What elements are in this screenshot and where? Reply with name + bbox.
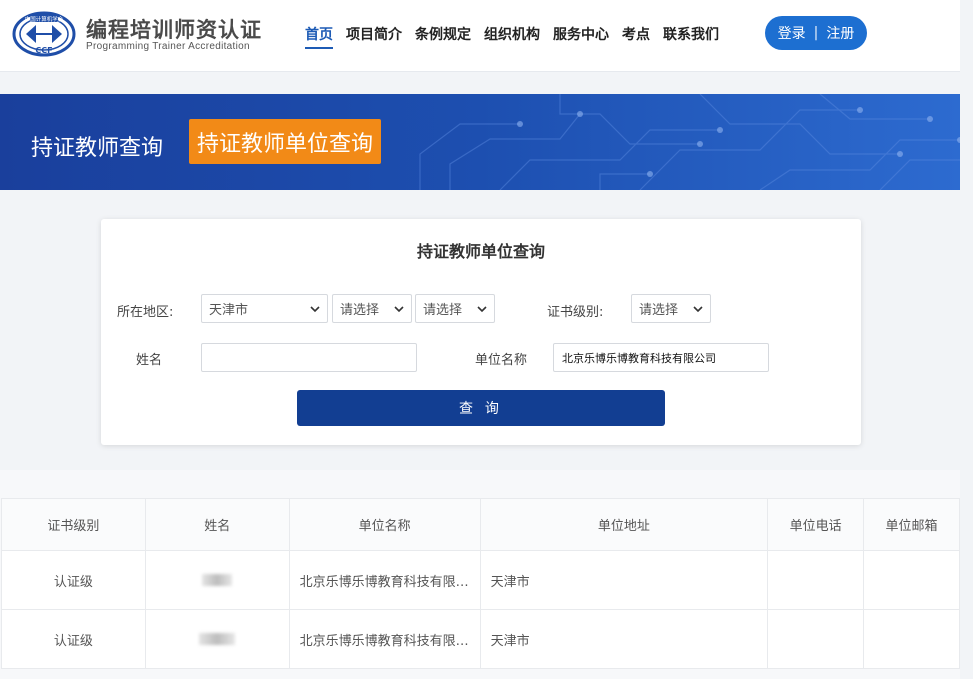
nav-home[interactable]: 首页 (305, 24, 333, 49)
cell-cert-level: 认证级 (1, 550, 146, 610)
redacted-name-blur (199, 633, 236, 645)
col-cert-level: 证书级别 (1, 498, 146, 551)
register-link[interactable]: 注册 (826, 23, 854, 43)
cell-org-name: 北京乐博乐博教育科技有限公... (288, 550, 481, 610)
tab-org-query[interactable]: 持证教师单位查询 (189, 119, 382, 164)
results-area: 证书级别 姓名 单位名称 单位地址 单位电话 单位邮箱 认证级 北京乐博乐博教育… (0, 470, 960, 679)
chevron-down-icon (394, 306, 404, 313)
district-select[interactable]: 请选择 (415, 294, 495, 323)
cell-phone (767, 609, 865, 669)
results-table: 证书级别 姓名 单位名称 单位地址 单位电话 单位邮箱 认证级 北京乐博乐博教育… (1, 498, 960, 669)
chevron-down-icon (310, 306, 320, 313)
login-link[interactable]: 登录 (778, 23, 806, 43)
cell-org-name: 北京乐博乐博教育科技有限公... (288, 609, 481, 669)
cell-email (863, 550, 960, 610)
nav-service-center[interactable]: 服务中心 (553, 24, 609, 49)
login-register-pill: 登录 | 注册 (765, 16, 867, 50)
col-org-address: 单位地址 (479, 498, 769, 551)
cell-name-redacted (144, 550, 290, 610)
cell-phone (767, 550, 865, 610)
query-button[interactable]: 查 询 (297, 390, 665, 426)
query-banner: 持证教师查询 持证教师单位查询 (0, 94, 960, 190)
cell-email (863, 609, 960, 669)
nav-contact[interactable]: 联系我们 (663, 24, 719, 49)
logo-text: 中国计算机学会 (25, 15, 64, 23)
col-name: 姓名 (144, 498, 290, 551)
name-input[interactable] (201, 343, 417, 372)
cell-address: 天津市 (479, 550, 769, 610)
org-name-input[interactable] (553, 343, 769, 372)
cell-cert-level: 认证级 (1, 609, 146, 669)
cert-level-select[interactable]: 请选择 (631, 294, 711, 323)
tab-teacher-query[interactable]: 持证教师查询 (31, 130, 163, 162)
name-label: 姓名 (136, 353, 163, 368)
login-separator: | (813, 25, 819, 41)
nav-project-intro[interactable]: 项目简介 (346, 24, 402, 49)
search-title: 持证教师单位查询 (416, 242, 545, 261)
nav-organization[interactable]: 组织机构 (484, 24, 540, 49)
district-select-value: 请选择 (423, 303, 463, 318)
cert-level-label: 证书级别: (547, 305, 604, 320)
search-card: 持证教师单位查询 所在地区: 天津市 请选择 请选择 证书级别: 请选择 姓名 … (101, 219, 861, 445)
ccf-logo-icon[interactable]: 中国计算机学会 CCF (12, 11, 76, 57)
logo-mark: CCF (35, 46, 52, 55)
org-name-label: 单位名称 (475, 353, 528, 368)
province-select-value: 天津市 (209, 303, 249, 318)
table-row[interactable]: 认证级 北京乐博乐博教育科技有限公... 天津市 (1, 609, 960, 669)
city-select[interactable]: 请选择 (332, 294, 412, 323)
site-header: 中国计算机学会 CCF 编程培训师资认证 Programming Trainer… (0, 0, 960, 72)
table-header-row: 证书级别 姓名 单位名称 单位地址 单位电话 单位邮箱 (1, 498, 960, 551)
cert-level-select-value: 请选择 (639, 303, 679, 318)
nav-regulations[interactable]: 条例规定 (415, 24, 471, 49)
brand-title[interactable]: 编程培训师资认证 (86, 14, 262, 44)
col-org-email: 单位邮箱 (863, 498, 960, 551)
redacted-name-blur (202, 574, 233, 586)
province-select[interactable]: 天津市 (201, 294, 328, 323)
city-select-value: 请选择 (340, 303, 380, 318)
chevron-down-icon (477, 306, 487, 313)
region-label: 所在地区: (117, 305, 174, 320)
cell-name-redacted (144, 609, 290, 669)
main-nav: 首页 项目简介 条例规定 组织机构 服务中心 考点 联系我们 (305, 24, 719, 49)
table-row[interactable]: 认证级 北京乐博乐博教育科技有限公... 天津市 (1, 550, 960, 610)
chevron-down-icon (693, 306, 703, 313)
cell-address: 天津市 (479, 609, 769, 669)
col-org-name: 单位名称 (288, 498, 481, 551)
col-org-phone: 单位电话 (767, 498, 865, 551)
nav-exam-sites[interactable]: 考点 (622, 24, 650, 49)
brand-subtitle: Programming Trainer Accreditation (86, 41, 250, 52)
